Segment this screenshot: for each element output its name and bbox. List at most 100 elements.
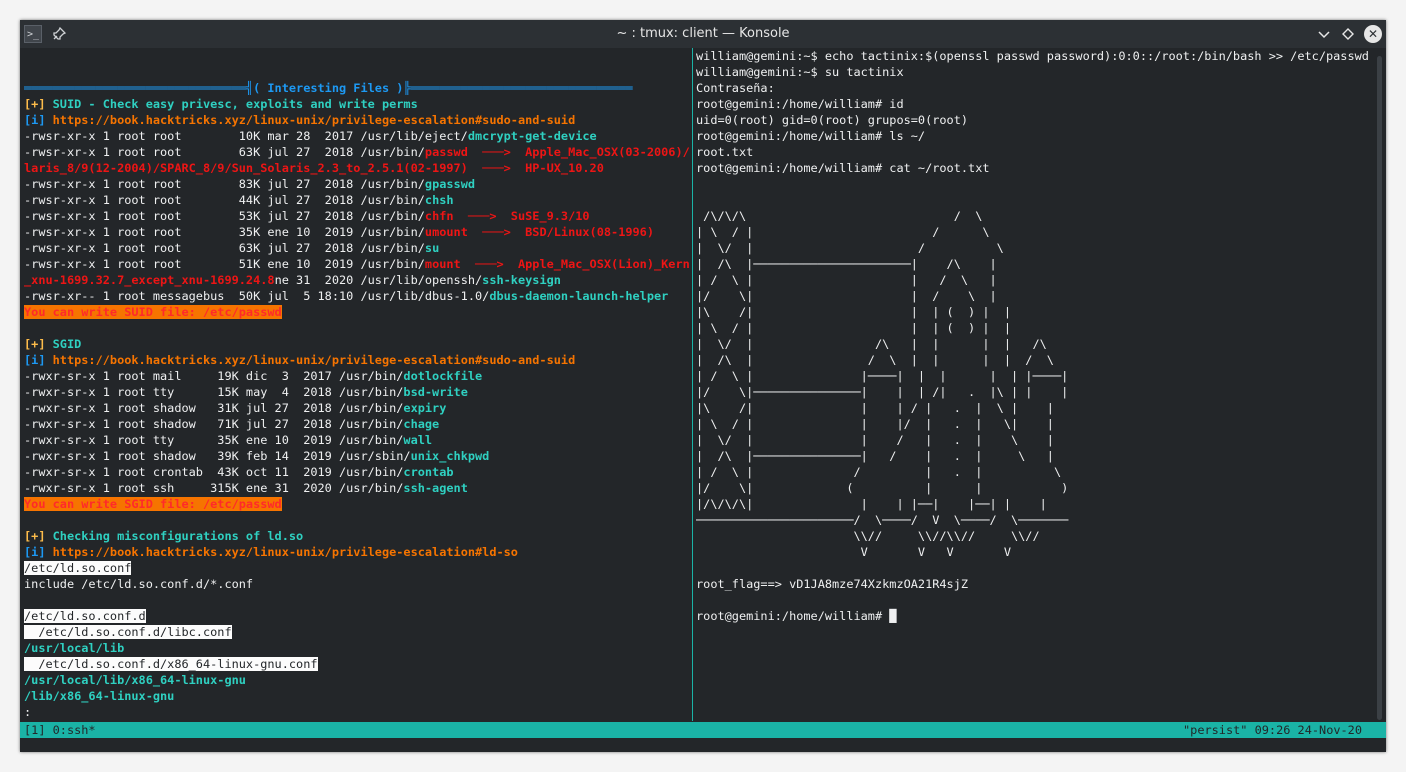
diamond-icon[interactable] xyxy=(1339,25,1357,43)
terminal-text: crontab xyxy=(403,465,454,479)
scrollbar[interactable] xyxy=(1377,56,1382,720)
terminal-text: [i] xyxy=(24,545,53,559)
terminal-line: [i] https://book.hacktricks.xyz/linux-un… xyxy=(24,352,575,368)
terminal-line: /\/\/\ / \ xyxy=(696,208,982,224)
terminal-line: /usr/local/lib xyxy=(24,640,124,656)
terminal-line: -rwxr-sr-x 1 root tty 15K may 4 2018 /us… xyxy=(24,384,468,400)
terminal-line: -rwsr-xr-x 1 root root 51K ene 10 2019 /… xyxy=(24,256,690,272)
left-pane[interactable]: ═══════════════════════════════╣( Intere… xyxy=(24,48,690,720)
terminal-line: |/ \| | / \ | xyxy=(696,288,997,304)
pane-divider[interactable] xyxy=(692,48,693,721)
terminal-text: \\// \\//\\// \\// xyxy=(696,529,1040,543)
terminal-text: root.txt xyxy=(696,145,754,159)
terminal-text: /usr/local/lib/x86_64-linux-gnu xyxy=(24,673,246,687)
terminal-line: You can write SUID file: /etc/passwd xyxy=(24,304,282,320)
terminal-text: [+] xyxy=(24,97,53,111)
terminal-text: | / \ | | / \ | xyxy=(696,273,997,287)
terminal-text: | / \ | / | . | \ xyxy=(696,465,1062,479)
terminal-line: william@gemini:~$ su tactinix xyxy=(696,64,904,80)
terminal-line: | / \ | / | . | \ xyxy=(696,464,1061,480)
terminal-line: root_flag==> vD1JA8mze74XzkmzOA21R4sjZ xyxy=(696,576,968,592)
terminal-text: /\/\/\ / \ xyxy=(696,209,983,223)
terminal-line: root@gemini:/home/william# cat ~/root.tx… xyxy=(696,160,990,176)
terminal-line: | \/ | | / | . | \ | xyxy=(696,432,1054,448)
terminal-line: -rwsr-xr-x 1 root root 35K ene 10 2019 /… xyxy=(24,224,654,240)
terminal-line: -rwsr-xr-x 1 root root 53K jul 27 2018 /… xyxy=(24,208,590,224)
terminal-text: -rwxr-sr-x 1 root shadow 71K jul 27 2018… xyxy=(24,417,404,431)
terminal-line: root@gemini:/home/william# █ xyxy=(696,608,896,624)
tmux-window-list[interactable]: [1] 0:ssh* xyxy=(24,722,96,738)
terminal-line: -rwsr-xr-x 1 root root 63K jul 27 2018 /… xyxy=(24,240,439,256)
terminal-text: -rwsr-xr-- 1 root messagebus 50K jul 5 1… xyxy=(24,289,490,303)
terminal-text: root@gemini:/home/william# xyxy=(696,609,890,623)
terminal-text: ne 31 2020 /usr/lib/openssh/ xyxy=(274,273,483,287)
terminal-line: -rwxr-sr-x 1 root mail 19K dic 3 2017 /u… xyxy=(24,368,482,384)
terminal-line: You can write SGID file: /etc/passwd xyxy=(24,496,282,512)
terminal-line: -rwsr-xr-x 1 root root 44K jul 27 2018 /… xyxy=(24,192,454,208)
terminal-text: You can write SGID file: /etc/passwd xyxy=(24,497,282,511)
terminal-line: root@gemini:/home/william# id xyxy=(696,96,904,112)
terminal-text: SUID - Check easy privesc, exploits and … xyxy=(52,97,418,111)
terminal-text: /etc/ld.so.conf.d/libc.conf xyxy=(24,625,232,639)
right-pane[interactable]: william@gemini:~$ echo tactinix:$(openss… xyxy=(696,48,1376,720)
terminal-text: /usr/local/lib xyxy=(24,641,125,655)
terminal-text: _xnu-1699.32.7_except_xnu-1699.24.8 xyxy=(24,273,275,287)
terminal-text: include /etc/ld.so.conf.d/*.conf xyxy=(24,577,254,591)
terminal-line: | /\ |──────────────────────| /\ | xyxy=(696,256,997,272)
terminal-text: [i] xyxy=(24,353,53,367)
terminal-text: chsh xyxy=(424,193,454,207)
chevron-down-icon[interactable] xyxy=(1315,25,1333,43)
terminal-line: ──────────────────────/ \────/ V \────/ … xyxy=(696,512,1068,528)
terminal-area[interactable]: ═══════════════════════════════╣( Intere… xyxy=(20,48,1386,751)
terminal-text: -rwxr-sr-x 1 root tty 35K ene 10 2019 /u… xyxy=(24,433,404,447)
terminal-text: ssh-agent xyxy=(403,481,468,495)
terminal-line: |/ \|───────────────| | | /| . |\ | | | xyxy=(696,384,1068,400)
terminal-line: root.txt xyxy=(696,144,753,160)
terminal-cursor: █ xyxy=(889,609,897,623)
terminal-text: -rwsr-xr-x 1 root root 53K jul 27 2018 /… xyxy=(24,209,425,223)
pin-icon[interactable] xyxy=(50,25,68,43)
terminal-text: william@gemini:~$ su tactinix xyxy=(696,65,904,79)
terminal-text: passwd ───> Apple_Mac_OSX(03-2006)/So xyxy=(424,145,690,159)
title-bar: ~ : tmux: client — Konsole >_ ✕ xyxy=(20,20,1386,48)
terminal-text: root@gemini:/home/william# id xyxy=(696,97,904,111)
close-icon[interactable]: ✕ xyxy=(1364,25,1382,43)
terminal-text: You can write SUID file: /etc/passwd xyxy=(24,305,282,319)
terminal-line: /etc/ld.so.conf.d xyxy=(24,608,146,624)
terminal-line: laris_8/9(12-2004)/SPARC_8/9/Sun_Solaris… xyxy=(24,160,604,176)
terminal-line: -rwxr-sr-x 1 root ssh 315K ene 31 2020 /… xyxy=(24,480,468,496)
terminal-line: | \ / | / \ xyxy=(696,224,990,240)
terminal-text: [+] xyxy=(24,529,53,543)
terminal-icon[interactable]: >_ xyxy=(24,25,42,43)
terminal-line: include /etc/ld.so.conf.d/*.conf xyxy=(24,576,253,592)
terminal-line: /etc/ld.so.conf xyxy=(24,560,132,576)
terminal-line: root@gemini:/home/william# ls ~/ xyxy=(696,128,925,144)
terminal-line: [+] Checking misconfigurations of ld.so xyxy=(24,528,303,544)
terminal-text: mount ───> Apple_Mac_OSX(Lion)_Kernel xyxy=(424,257,690,271)
terminal-text: -rwsr-xr-x 1 root root 63K jul 27 2018 /… xyxy=(24,145,425,159)
terminal-text: |\ /| | | / | . | \ | | xyxy=(696,401,1054,415)
terminal-line: [i] https://book.hacktricks.xyz/linux-un… xyxy=(24,544,518,560)
terminal-text: Contraseña: xyxy=(696,81,775,95)
terminal-text: /etc/ld.so.conf xyxy=(24,561,132,575)
terminal-text: |/ \|───────────────| | | /| . |\ | | | xyxy=(696,385,1069,399)
terminal-text: ──────────────────────/ \────/ V \────/ … xyxy=(696,513,1069,527)
terminal-text: Checking misconfigurations of ld.so xyxy=(52,529,304,543)
terminal-line: \\// \\//\\// \\// xyxy=(696,528,1040,544)
terminal-text: root@gemini:/home/william# ls ~/ xyxy=(696,129,926,143)
terminal-text: | /\ | / \ | | | | / \ xyxy=(696,353,1054,367)
terminal-line: [i] https://book.hacktricks.xyz/linux-un… xyxy=(24,112,575,128)
terminal-line: : xyxy=(24,704,31,720)
terminal-text: https://book.hacktricks.xyz/linux-unix/p… xyxy=(52,545,518,559)
terminal-text: /etc/ld.so.conf.d xyxy=(24,609,146,623)
terminal-text: |/\/\/\| | | |──| |──| | | xyxy=(696,497,1047,511)
terminal-line: | \ / | | | ( ) | | xyxy=(696,320,1011,336)
terminal-line: [+] SGID xyxy=(24,336,81,352)
terminal-text: | \ / | | |/ | . | \| | xyxy=(696,417,1054,431)
terminal-text: /lib/x86_64-linux-gnu xyxy=(24,689,175,703)
terminal-text: -rwsr-xr-x 1 root root 63K jul 27 2018 /… xyxy=(24,241,425,255)
terminal-line: |/\/\/\| | | |──| |──| | | xyxy=(696,496,1047,512)
terminal-line: | /\ | / \ | | | | / \ xyxy=(696,352,1054,368)
terminal-text: https://book.hacktricks.xyz/linux-unix/p… xyxy=(52,353,576,367)
terminal-line: | / \ | | / \ | xyxy=(696,272,997,288)
